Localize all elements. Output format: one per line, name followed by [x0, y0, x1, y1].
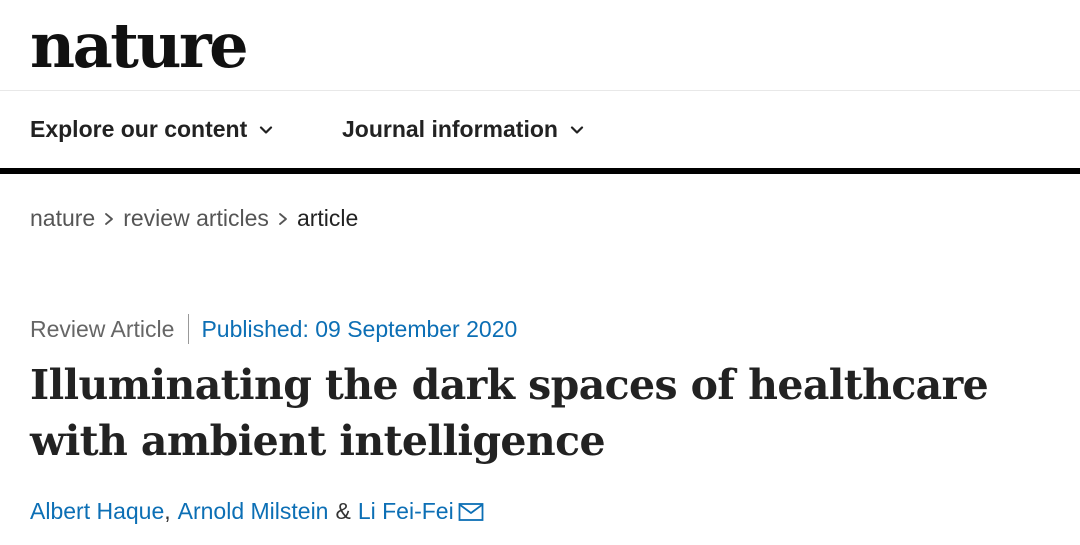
nav-journal-information[interactable]: Journal information — [342, 91, 584, 168]
breadcrumb-item-nature[interactable]: nature — [30, 205, 95, 232]
chevron-down-icon — [570, 125, 584, 134]
envelope-icon[interactable] — [458, 502, 484, 522]
author-link-li-fei-fei[interactable]: Li Fei-Fei — [358, 498, 454, 525]
chevron-down-icon — [260, 125, 273, 134]
breadcrumb-item-review-articles[interactable]: review articles — [123, 205, 269, 232]
article-title: Illuminating the dark spaces of healthca… — [30, 361, 989, 465]
nature-logo[interactable]: nature — [30, 6, 249, 86]
author-separator: , — [164, 498, 171, 524]
breadcrumb-item-article: article — [296, 205, 359, 231]
chevron-right-icon — [105, 212, 114, 225]
author-conjunction: & — [335, 498, 351, 524]
nav-journal-label: Journal information — [342, 116, 558, 142]
chevron-right-icon — [279, 212, 287, 225]
meta-divider — [188, 314, 190, 344]
main-nav: Explore our content Journal information — [0, 91, 1080, 174]
page: nature Explore our content Journal infor… — [0, 0, 1080, 545]
article-type: Review Article — [30, 315, 175, 342]
nav-explore-our-content[interactable]: Explore our content — [30, 91, 273, 168]
author-link-albert-haque[interactable]: Albert Haque — [30, 498, 164, 525]
published-date: Published: 09 September 2020 — [201, 315, 518, 342]
masthead: nature — [0, 0, 1080, 91]
nav-explore-label: Explore our content — [30, 116, 248, 142]
article-meta: Review Article Published: 09 September 2… — [30, 314, 517, 344]
author-list: Albert Haque , Arnold Milstein & Li Fei-… — [30, 498, 484, 525]
author-link-arnold-milstein[interactable]: Arnold Milstein — [178, 498, 329, 525]
breadcrumb: nature review articles article — [30, 205, 358, 232]
